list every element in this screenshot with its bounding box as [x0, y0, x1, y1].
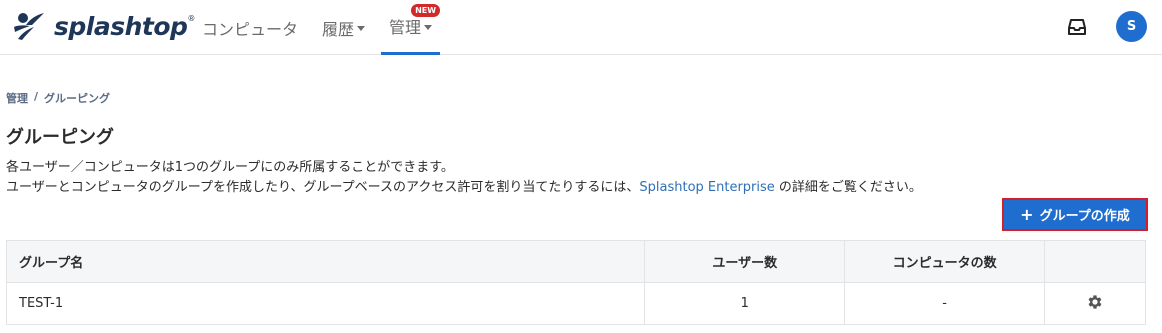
- user-count-cell: 1: [644, 282, 846, 325]
- main-nav: コンピュータ 履歴 管理 NEW: [194, 0, 448, 55]
- splashtop-logo[interactable]: splashtop®: [12, 8, 195, 44]
- breadcrumb-current: グルーピング: [44, 92, 111, 105]
- column-header-actions: [1044, 240, 1146, 283]
- column-header-computer-count[interactable]: コンピュータの数: [844, 240, 1046, 283]
- column-header-user-count[interactable]: ユーザー数: [644, 240, 846, 283]
- group-name-cell: TEST-1: [5, 282, 646, 325]
- nav-item-history[interactable]: 履歴: [314, 0, 373, 55]
- computer-count-cell: -: [844, 282, 1046, 325]
- breadcrumb-separator: /: [34, 90, 39, 103]
- create-group-label: グループの作成: [1039, 209, 1130, 224]
- new-badge: NEW: [411, 4, 441, 17]
- nav-item-label: 履歴: [322, 19, 355, 39]
- groups-table: グループ名 ユーザー数 コンピュータの数 TEST-1 1 -: [5, 240, 1146, 325]
- nav-item-management[interactable]: 管理 NEW: [381, 0, 441, 55]
- nav-item-label: コンピュータ: [202, 19, 299, 39]
- page-title: グルーピング: [6, 127, 114, 148]
- create-group-button[interactable]: + グループの作成: [1002, 198, 1148, 231]
- caret-down-icon: [357, 26, 366, 31]
- top-navigation-bar: splashtop® コンピュータ 履歴 管理 NEW S: [0, 0, 1162, 55]
- nav-item-computers[interactable]: コンピュータ: [194, 0, 306, 55]
- caret-down-icon: [424, 24, 433, 30]
- breadcrumb: 管理 / グルーピング: [6, 90, 110, 106]
- description-line-1: 各ユーザー／コンピュータは1つのグループにのみ所属することができます。: [6, 160, 454, 175]
- brand-name: splashtop®: [54, 11, 195, 41]
- breadcrumb-link-management[interactable]: 管理: [6, 90, 28, 106]
- splashtop-logo-icon: [14, 13, 44, 40]
- column-header-group-name[interactable]: グループ名: [5, 240, 646, 283]
- user-avatar[interactable]: S: [1116, 11, 1147, 42]
- inbox-icon[interactable]: [1066, 16, 1088, 38]
- description-line-2: ユーザーとコンピュータのグループを作成したり、グループベースのアクセス許可を割り…: [6, 180, 922, 195]
- splashtop-enterprise-link[interactable]: Splashtop Enterprise: [639, 180, 774, 195]
- table-header-row: グループ名 ユーザー数 コンピュータの数: [5, 240, 1146, 283]
- actions-cell: [1044, 282, 1146, 325]
- table-row: TEST-1 1 -: [5, 282, 1146, 325]
- gear-icon[interactable]: [1086, 293, 1104, 315]
- page-description: 各ユーザー／コンピュータは1つのグループにのみ所属することができます。 ユーザー…: [6, 158, 922, 198]
- nav-item-label: 管理: [389, 18, 422, 37]
- plus-icon: +: [1020, 204, 1034, 224]
